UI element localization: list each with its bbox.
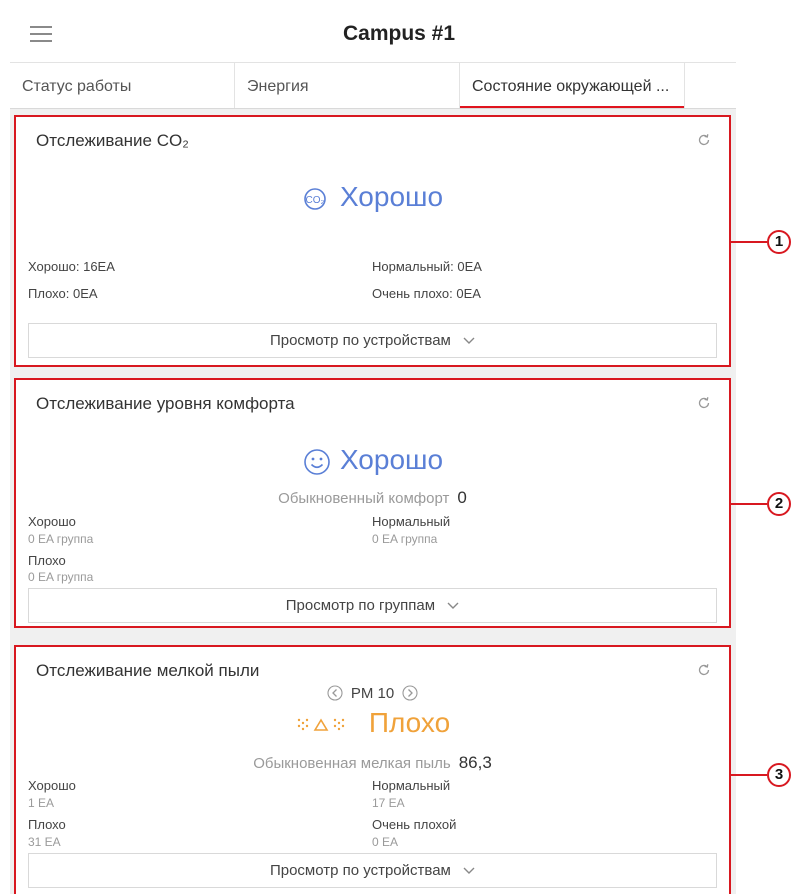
tab-label: Состояние окружающей ... [472,78,670,95]
dust-good-label: Хорошо [28,778,76,793]
co2-very-bad-count: Очень плохо: 0EA [372,286,481,301]
comfort-good-label: Хорошо [28,514,76,529]
co2-good-count: Хорошо: 16EA [28,259,115,274]
tab-bar: Статус работы Энергия Состояние окружающ… [10,62,736,110]
refresh-icon[interactable] [697,133,711,147]
comfort-bad-value: 0 EA группа [28,570,94,584]
comfort-card-title: Отслеживание уровня комфорта [36,394,295,413]
dust-very-bad-value: 0 EA [372,835,399,849]
comfort-summary-value: 0 [457,488,467,507]
button-label: Просмотр по устройствам [269,332,451,349]
tab-work-status[interactable]: Статус работы [10,63,235,108]
page: Campus #1 Статус работы Энергия Состояни… [0,0,798,894]
dust-bad-value: 31 EA [28,835,61,849]
pm-label: PM 10 [350,684,395,702]
tab-label: Энергия [247,78,309,95]
app-header: Campus #1 [0,0,798,62]
chevron-down-icon [463,867,475,875]
page-title: Campus #1 [342,22,456,45]
tab-environment[interactable]: Состояние окружающей ... [460,63,685,108]
active-tab-indicator [460,106,684,108]
tab-energy[interactable]: Энергия [235,63,460,108]
co2-icon-text: CO₂ [305,195,324,206]
dust-good-value: 1 EA [28,796,55,810]
co2-status-text: Хорошо [339,181,444,212]
dust-very-bad-label: Очень плохой [372,817,457,832]
dust-bad-label: Плохо [28,817,66,832]
co2-view-by-device-button[interactable]: Просмотр по устройствам [28,323,717,358]
co2-status: CO₂ Хорошо [16,181,729,213]
callout-line-2 [731,503,767,505]
co2-bad-count: Плохо: 0EA [28,286,98,301]
tab-label: Статус работы [22,78,132,95]
dust-icon [297,718,345,731]
co2-icon: CO₂ [304,187,326,210]
comfort-status-text: Хорошо [339,444,444,475]
callout-line-1 [731,241,767,243]
dust-summary-label: Обыкновенная мелкая пыль [253,755,451,772]
comfort-good-value: 0 EA группа [28,532,94,546]
dust-summary-value: 86,3 [458,753,492,772]
comfort-normal-label: Нормальный [372,514,451,529]
dust-view-by-device-button[interactable]: Просмотр по устройствам [28,853,717,888]
comfort-card: Отслеживание уровня комфорта Хорошо Обык… [14,378,731,628]
chevron-down-icon [463,337,475,345]
callout-badge-2: 2 [767,492,791,516]
dust-summary: Обыкновенная мелкая пыль 86,3 [16,753,729,773]
comfort-bad-label: Плохо [28,553,66,568]
co2-card-title: Отслеживание CO₂ [36,131,189,150]
callout-badge-1: 1 [767,230,791,254]
callout-line-3 [731,774,767,776]
comfort-normal-value: 0 EA группа [372,532,438,546]
comfort-summary-label: Обыкновенный комфорт [278,490,450,507]
refresh-icon[interactable] [697,396,711,410]
dust-status: Плохо [16,707,729,739]
dust-card-title: Отслеживание мелкой пыли [36,661,260,680]
dust-status-text: Плохо [368,707,451,738]
comfort-status: Хорошо [16,444,729,477]
dust-card: Отслеживание мелкой пыли PM 10 Плохо Обы… [14,645,731,894]
refresh-icon[interactable] [697,663,711,677]
co2-normal-count: Нормальный: 0EA [372,259,482,274]
button-label: Просмотр по группам [285,597,436,614]
pm-selector: PM 10 [16,684,729,702]
chevron-left-icon[interactable] [327,685,343,701]
chevron-right-icon[interactable] [402,685,418,701]
comfort-view-by-group-button[interactable]: Просмотр по группам [28,588,717,623]
dust-normal-value: 17 EA [372,796,405,810]
button-label: Просмотр по устройствам [269,862,451,879]
co2-card: Отслеживание CO₂ CO₂ Хорошо Хорошо: 16EA… [14,115,731,367]
comfort-summary: Обыкновенный комфорт 0 [16,488,729,508]
smiley-icon [304,448,330,475]
dust-normal-label: Нормальный [372,778,451,793]
chevron-down-icon [447,602,459,610]
callout-badge-3: 3 [767,763,791,787]
